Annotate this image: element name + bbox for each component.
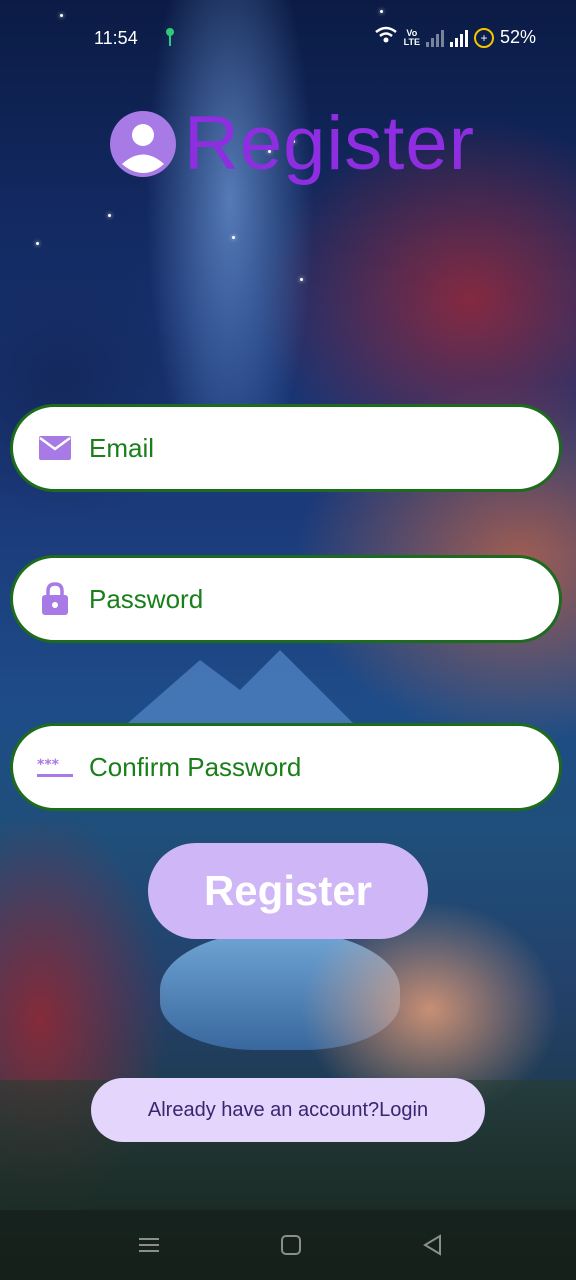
svg-text:***: *** — [37, 757, 60, 773]
signal-sim1-icon — [425, 29, 444, 47]
signal-sim2-icon — [449, 29, 468, 47]
confirm-password-field[interactable]: *** — [10, 723, 562, 811]
confirm-password-input[interactable] — [87, 750, 511, 784]
battery-saver-icon: + — [473, 27, 494, 48]
password-input[interactable] — [87, 582, 511, 616]
location-pin-icon — [164, 27, 176, 52]
volte-badge: Vo LTE — [403, 27, 420, 47]
password-field[interactable] — [10, 555, 562, 643]
login-link-button[interactable]: Already have an account?Login — [91, 1078, 485, 1142]
battery-percent: 52% — [499, 27, 536, 47]
back-icon[interactable] — [420, 1232, 446, 1258]
status-bar: 11:54 Vo LTE + 52% — [0, 0, 576, 78]
account-circle-icon — [108, 109, 178, 179]
wifi-icon — [374, 26, 398, 49]
password-dots-icon: *** — [37, 749, 73, 785]
mail-icon — [37, 430, 73, 466]
lock-icon — [37, 581, 73, 617]
navigation-bar — [0, 1210, 576, 1280]
status-time: 11:54 — [94, 28, 138, 48]
menu-icon[interactable] — [136, 1232, 162, 1258]
page-title: Register — [184, 101, 475, 186]
email-field[interactable] — [10, 404, 562, 492]
page-header: Register — [108, 104, 475, 184]
register-button[interactable]: Register — [148, 843, 428, 939]
home-icon[interactable] — [278, 1232, 304, 1258]
email-input[interactable] — [87, 431, 511, 465]
